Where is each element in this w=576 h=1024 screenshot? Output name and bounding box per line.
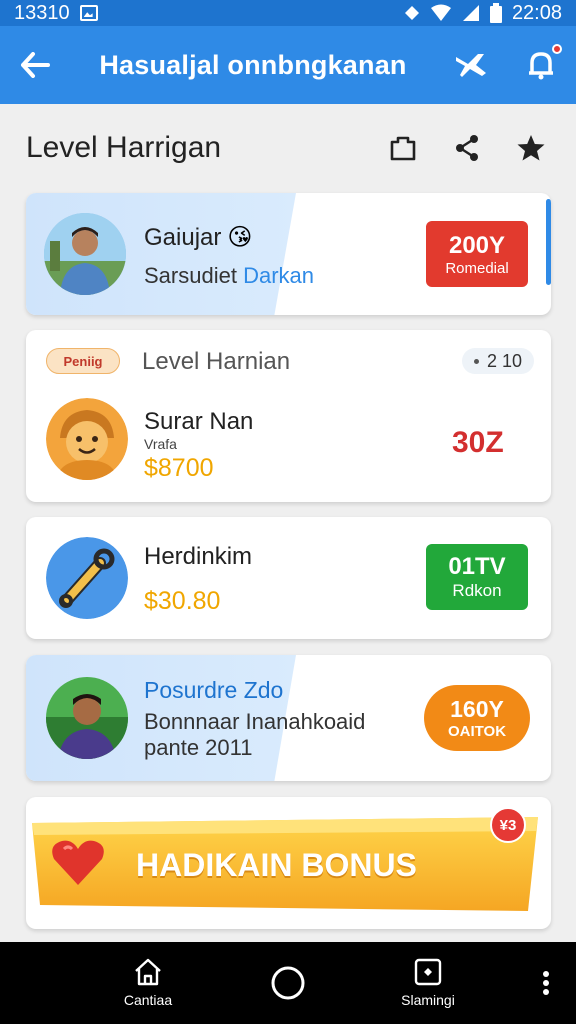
notifications-button[interactable]	[506, 26, 576, 104]
avatar	[46, 537, 128, 619]
share-icon	[456, 135, 478, 161]
avatar	[44, 213, 126, 295]
card-4-price-value: 160Y	[450, 696, 504, 722]
nav-settings-label: Slamingi	[401, 992, 455, 1008]
card-1-title-row: Gaiujar 😘	[144, 223, 252, 252]
page-title: Level Harrigan	[26, 131, 222, 164]
card-3-price-value: 01TV	[448, 553, 506, 580]
bottom-nav: Cantiaa Slamingi	[0, 942, 576, 1024]
battery-icon	[489, 3, 502, 23]
circle-home-icon	[271, 966, 305, 1000]
back-button[interactable]	[0, 26, 70, 104]
card-1-scroll-accent	[546, 199, 551, 285]
airplane-icon	[456, 54, 486, 77]
card-4-line-2: pante 2011	[144, 735, 253, 760]
card-1-price-value: 200Y	[448, 231, 506, 259]
nav-home-label: Cantiaa	[123, 992, 173, 1008]
card-4-line-1: Bonnnaar Inanahkoaid	[144, 709, 366, 734]
page-header: Level Harrigan	[26, 120, 556, 176]
card-3-price-label: Rdkon	[452, 581, 502, 600]
card-4-price-label: OAITOK	[447, 723, 507, 740]
card-1-name: Gaiujar	[144, 223, 222, 251]
status-time-left: 13310	[14, 1, 70, 24]
bonus-count-value: ¥3	[499, 816, 517, 834]
offer-card-4[interactable]: Posurdre Zdo Bonnnaar Inanahkoaid pante …	[26, 655, 551, 781]
bookmark-button[interactable]	[378, 123, 428, 173]
home-icon	[135, 958, 161, 986]
more-vertical-icon	[543, 971, 549, 995]
card-4-name: Posurdre Zdo	[144, 677, 284, 703]
nav-center[interactable]	[252, 942, 324, 1024]
wifi-icon	[430, 4, 451, 21]
status-bar: 13310 22:08	[0, 0, 576, 26]
bell-icon	[529, 52, 553, 80]
offer-card-3[interactable]: Herdinkim $30.80 01TV Rdkon	[26, 517, 551, 639]
cell-signal-icon	[462, 5, 479, 21]
card-2-value: 30Z	[452, 426, 504, 459]
nav-settings[interactable]: Slamingi	[380, 942, 476, 1024]
status-time-right: 22:08	[511, 1, 562, 24]
nav-home[interactable]: Cantiaa	[100, 942, 196, 1024]
avatar	[46, 677, 128, 759]
signal-diamond-icon	[404, 6, 419, 20]
app-bar: Hasualjal onnbngkanan	[0, 26, 576, 104]
card-2-tag-label: Peniig	[63, 353, 103, 369]
settings-box-icon	[414, 958, 442, 986]
notification-dot	[552, 44, 562, 54]
card-1-subtitle: Sarsudiet Darkan	[144, 263, 314, 289]
kiss-emoji-icon: 😘	[227, 224, 253, 251]
bonus-label: HADIKAIN BONUS	[136, 847, 417, 883]
arrow-left-icon	[21, 52, 50, 78]
meta-dot-icon	[473, 358, 479, 364]
gallery-icon	[79, 5, 98, 21]
star-icon	[517, 135, 545, 161]
bonus-banner[interactable]: HADIKAIN BONUS	[32, 817, 544, 911]
card-2-small: Vrafa	[144, 436, 177, 452]
card-3-price-button[interactable]: 01TV Rdkon	[426, 544, 528, 610]
bonus-count-badge: ¥3	[490, 807, 526, 843]
card-4-price-button[interactable]: 160Y OAITOK	[424, 685, 530, 751]
card-2-money: $8700	[144, 454, 214, 482]
card-2-level: Level Harnian	[142, 348, 291, 375]
card-2-meta: 2 10	[462, 348, 534, 374]
favorite-button[interactable]	[506, 123, 556, 173]
card-3-money: $30.80	[144, 587, 221, 615]
card-1-subtitle-a: Sarsudiet	[144, 263, 237, 288]
bookmark-icon	[390, 136, 416, 161]
more-menu-button[interactable]	[530, 942, 562, 1024]
card-1-price-label: Romedial	[445, 259, 509, 277]
bonus-card[interactable]: HADIKAIN BONUS ¥3	[26, 797, 551, 929]
card-2-name: Surar Nan	[144, 408, 254, 435]
app-title: Hasualjal onnbngkanan	[99, 49, 407, 80]
card-1-subtitle-b: Darkan	[243, 263, 314, 288]
card-2-meta-value: 2 10	[486, 350, 523, 371]
offer-card-1[interactable]: Gaiujar 😘 Sarsudiet Darkan 200Y Romedial	[26, 193, 551, 315]
offer-card-2[interactable]: Peniig Level Harnian 2 10 Surar Nan Vraf…	[26, 330, 551, 502]
heart-icon	[52, 840, 104, 885]
card-3-name: Herdinkim	[144, 543, 253, 570]
card-2-tag: Peniig	[46, 348, 120, 374]
share-button[interactable]	[442, 123, 492, 173]
avatar	[46, 398, 128, 480]
card-1-price-button[interactable]: 200Y Romedial	[426, 221, 528, 287]
flight-button[interactable]	[436, 26, 506, 104]
